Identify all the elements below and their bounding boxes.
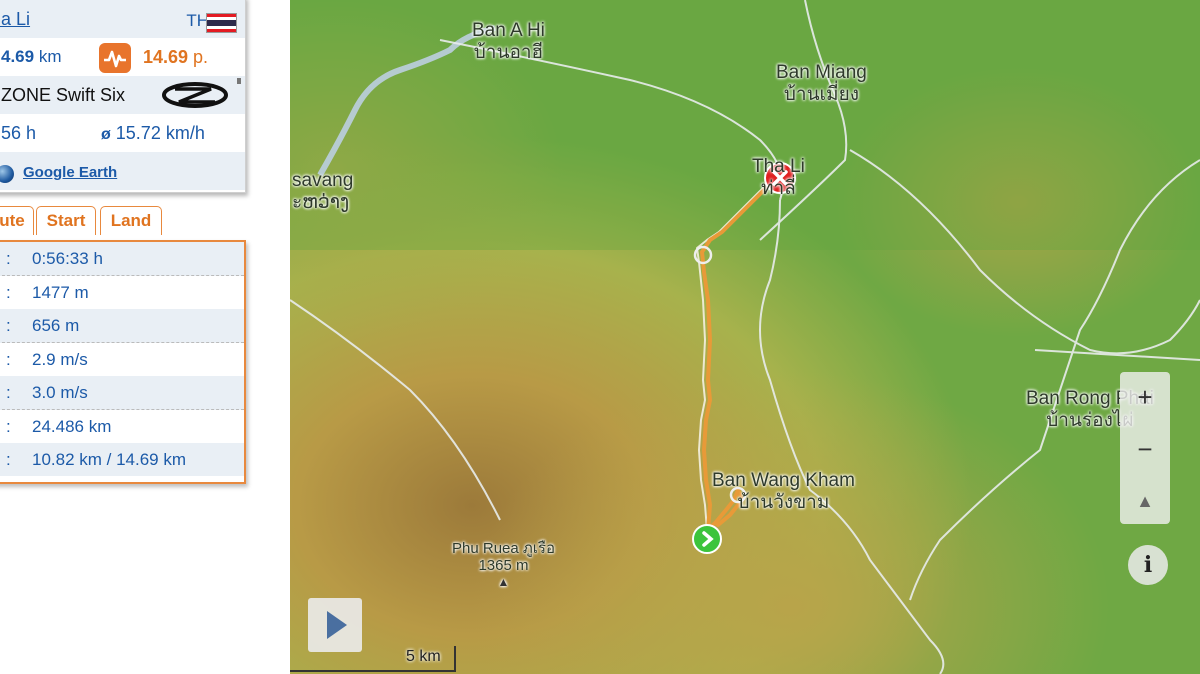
stat-value: 0:56:33 h [32,249,103,268]
map-controls: + − ▲ [1120,372,1170,524]
distance-row: 4.69 km 14.69 p. [0,38,245,76]
track-info-card: ha Li TH 4.69 km 14.69 p. ZONE Swift Six… [0,0,246,193]
points-icon [99,43,131,73]
peak-icon: ▲ [497,575,510,589]
bike-model: ZONE Swift Six [1,85,126,105]
terrain-map[interactable] [290,0,1200,674]
map-view[interactable]: Ban A Hi บ้านอาฮี Ban Miang บ้านเมี่ยง Tha… [290,0,1200,674]
label-ban-a-hi: Ban A Hi บ้านอาฮี [472,20,545,63]
tab-start[interactable]: Start [36,206,96,235]
zoom-out-button[interactable]: − [1120,424,1170,474]
stat-row: :0:56:33 h [0,242,244,276]
label-savang: savang ะຫວ່າງ [292,170,354,213]
stat-value: 10.82 km / 14.69 km [32,450,187,469]
stat-value: 656 m [32,316,80,335]
stats-table: :0:56:33 h :1477 m :656 m :2.9 m/s :3.0 … [0,240,246,484]
scale-label: 5 km [406,648,441,665]
tab-land[interactable]: Land [100,206,162,235]
location-row: ha Li TH [0,0,245,38]
label-phu-ruea: Phu Ruea ภูเรือ 1365 m ▲ [452,540,555,589]
stat-row: :3.0 m/s [0,376,244,410]
label-ban-miang: Ban Miang บ้านเมี่ยง [776,62,867,105]
average-speed: ø 15.72 km/h [101,123,205,143]
stat-row: :24.486 km [0,410,244,444]
thailand-flag-icon [206,13,237,33]
place-link[interactable]: ha Li [0,9,30,30]
stat-value: 24.486 km [32,417,112,436]
google-earth-icon[interactable] [0,165,14,183]
compass-button[interactable]: ▲ [1120,476,1170,526]
label-tha-li: Tha Li ท่าลี่ [752,156,805,199]
label-ban-wang-kham: Ban Wang Kham บ้านวังขาม [712,470,855,513]
map-info-button[interactable]: i [1128,545,1168,585]
points: 14.69 p. [143,47,209,67]
bike-row: ZONE Swift Six [0,76,245,114]
stat-row: :1477 m [0,276,244,310]
stat-value: 3.0 m/s [32,383,88,402]
play-icon [327,611,347,639]
bike-brand-logo-icon [162,82,228,108]
stat-row: :2.9 m/s [0,343,244,377]
stat-value: 2.9 m/s [32,350,88,369]
play-button[interactable] [308,598,362,652]
start-marker-icon[interactable] [692,524,722,554]
duration: 56 h [1,123,37,143]
stat-value: 1477 m [32,283,89,302]
scrollbar-thumb[interactable] [237,78,241,84]
duration-row: 56 h ø 15.72 km/h [0,114,245,152]
zoom-in-button[interactable]: + [1120,372,1170,422]
google-earth-row: Google Earth [0,152,245,190]
stat-row: :656 m [0,309,244,343]
tab-route[interactable]: ute [0,206,34,235]
stat-row: :10.82 km / 14.69 km [0,443,244,476]
distance: 4.69 km [1,47,62,66]
google-earth-link[interactable]: Google Earth [23,164,117,181]
